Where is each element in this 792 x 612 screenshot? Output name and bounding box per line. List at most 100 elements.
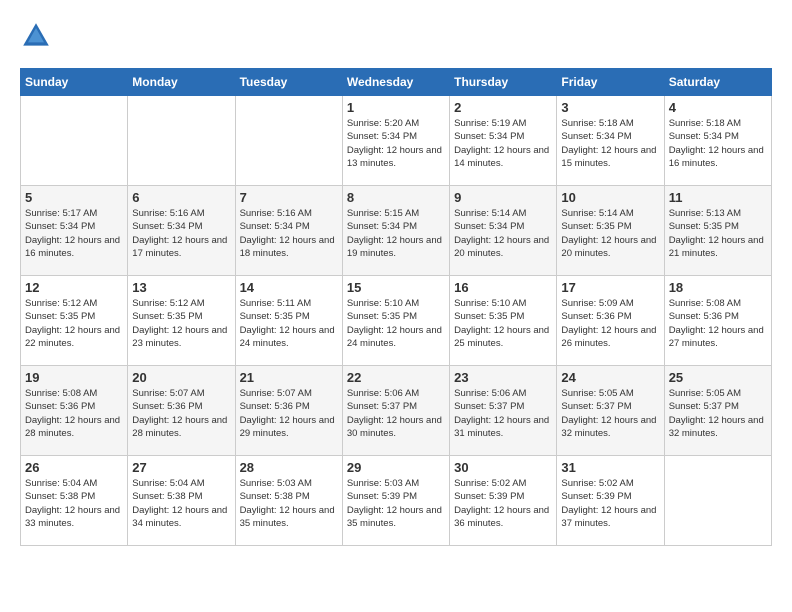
calendar-cell: 28 Sunrise: 5:03 AMSunset: 5:38 PMDayligh… bbox=[235, 456, 342, 546]
calendar-cell: 15Sunrise: 5:10 AMSunset: 5:35 PMDayligh… bbox=[342, 276, 449, 366]
calendar-cell: 13Sunrise: 5:12 AMSunset: 5:35 PMDayligh… bbox=[128, 276, 235, 366]
page-header bbox=[20, 20, 772, 52]
calendar-cell: 16 Sunrise: 5:10 AMSunset: 5:35 PMDayligh… bbox=[450, 276, 557, 366]
calendar-cell: 5 Sunrise: 5:17 AMSunset: 5:34 PMDaylight… bbox=[21, 186, 128, 276]
day-info: Sunrise: 5:20 AMSunset: 5:34 PMDaylight:… bbox=[347, 117, 445, 170]
day-info: Sunrise: 5:12 AMSunset: 5:35 PMDaylight:… bbox=[25, 297, 123, 350]
day-number: 22 bbox=[347, 370, 445, 385]
calendar-cell bbox=[21, 96, 128, 186]
day-number: 9 bbox=[454, 190, 552, 205]
day-number: 14 bbox=[240, 280, 338, 295]
calendar-cell: 11 Sunrise: 5:13 AMSunset: 5:35 PMDayligh… bbox=[664, 186, 771, 276]
calendar-cell: 25 Sunrise: 5:05 AMSunset: 5:37 PMDayligh… bbox=[664, 366, 771, 456]
day-number: 21 bbox=[240, 370, 338, 385]
header-day-monday: Monday bbox=[128, 69, 235, 96]
day-info: Sunrise: 5:13 AMSunset: 5:35 PMDaylight:… bbox=[669, 207, 767, 260]
calendar-cell: 2 Sunrise: 5:19 AMSunset: 5:34 PMDaylight… bbox=[450, 96, 557, 186]
calendar-cell: 1 Sunrise: 5:20 AMSunset: 5:34 PMDaylight… bbox=[342, 96, 449, 186]
calendar-week-4: 19Sunrise: 5:08 AMSunset: 5:36 PMDayligh… bbox=[21, 366, 772, 456]
logo bbox=[20, 20, 56, 52]
day-number: 20 bbox=[132, 370, 230, 385]
day-info: Sunrise: 5:12 AMSunset: 5:35 PMDaylight:… bbox=[132, 297, 230, 350]
calendar-cell: 31 Sunrise: 5:02 AMSunset: 5:39 PMDayligh… bbox=[557, 456, 664, 546]
day-info: Sunrise: 5:05 AMSunset: 5:37 PMDaylight:… bbox=[669, 387, 767, 440]
calendar-cell: 6 Sunrise: 5:16 AMSunset: 5:34 PMDaylight… bbox=[128, 186, 235, 276]
calendar-cell: 17 Sunrise: 5:09 AMSunset: 5:36 PMDayligh… bbox=[557, 276, 664, 366]
calendar-cell: 26 Sunrise: 5:04 AMSunset: 5:38 PMDayligh… bbox=[21, 456, 128, 546]
day-info: Sunrise: 5:07 AMSunset: 5:36 PMDaylight:… bbox=[240, 387, 338, 440]
day-number: 8 bbox=[347, 190, 445, 205]
day-info: Sunrise: 5:09 AMSunset: 5:36 PMDaylight:… bbox=[561, 297, 659, 350]
calendar-cell: 27 Sunrise: 5:04 AMSunset: 5:38 PMDayligh… bbox=[128, 456, 235, 546]
day-info: Sunrise: 5:16 AMSunset: 5:34 PMDaylight:… bbox=[132, 207, 230, 260]
calendar-week-5: 26 Sunrise: 5:04 AMSunset: 5:38 PMDayligh… bbox=[21, 456, 772, 546]
header-day-sunday: Sunday bbox=[21, 69, 128, 96]
day-info: Sunrise: 5:18 AMSunset: 5:34 PMDaylight:… bbox=[561, 117, 659, 170]
day-number: 4 bbox=[669, 100, 767, 115]
calendar-cell: 24 Sunrise: 5:05 AMSunset: 5:37 PMDayligh… bbox=[557, 366, 664, 456]
day-number: 25 bbox=[669, 370, 767, 385]
calendar-cell bbox=[235, 96, 342, 186]
day-number: 12 bbox=[25, 280, 123, 295]
day-number: 11 bbox=[669, 190, 767, 205]
calendar-cell: 22Sunrise: 5:06 AMSunset: 5:37 PMDayligh… bbox=[342, 366, 449, 456]
day-info: Sunrise: 5:14 AMSunset: 5:35 PMDaylight:… bbox=[561, 207, 659, 260]
day-info: Sunrise: 5:02 AMSunset: 5:39 PMDaylight:… bbox=[561, 477, 659, 530]
calendar-cell: 14 Sunrise: 5:11 AMSunset: 5:35 PMDayligh… bbox=[235, 276, 342, 366]
day-number: 30 bbox=[454, 460, 552, 475]
day-number: 18 bbox=[669, 280, 767, 295]
calendar-cell bbox=[664, 456, 771, 546]
day-number: 24 bbox=[561, 370, 659, 385]
calendar-cell: 3 Sunrise: 5:18 AMSunset: 5:34 PMDaylight… bbox=[557, 96, 664, 186]
header-day-saturday: Saturday bbox=[664, 69, 771, 96]
day-number: 16 bbox=[454, 280, 552, 295]
day-number: 27 bbox=[132, 460, 230, 475]
calendar-cell: 4Sunrise: 5:18 AMSunset: 5:34 PMDaylight… bbox=[664, 96, 771, 186]
day-info: Sunrise: 5:03 AMSunset: 5:39 PMDaylight:… bbox=[347, 477, 445, 530]
day-info: Sunrise: 5:10 AMSunset: 5:35 PMDaylight:… bbox=[347, 297, 445, 350]
day-number: 19 bbox=[25, 370, 123, 385]
day-number: 1 bbox=[347, 100, 445, 115]
day-info: Sunrise: 5:19 AMSunset: 5:34 PMDaylight:… bbox=[454, 117, 552, 170]
day-info: Sunrise: 5:15 AMSunset: 5:34 PMDaylight:… bbox=[347, 207, 445, 260]
calendar-cell: 8 Sunrise: 5:15 AMSunset: 5:34 PMDaylight… bbox=[342, 186, 449, 276]
day-info: Sunrise: 5:04 AMSunset: 5:38 PMDaylight:… bbox=[25, 477, 123, 530]
calendar-week-2: 5 Sunrise: 5:17 AMSunset: 5:34 PMDaylight… bbox=[21, 186, 772, 276]
day-info: Sunrise: 5:04 AMSunset: 5:38 PMDaylight:… bbox=[132, 477, 230, 530]
calendar-cell: 29 Sunrise: 5:03 AMSunset: 5:39 PMDayligh… bbox=[342, 456, 449, 546]
day-info: Sunrise: 5:10 AMSunset: 5:35 PMDaylight:… bbox=[454, 297, 552, 350]
day-number: 29 bbox=[347, 460, 445, 475]
day-info: Sunrise: 5:06 AMSunset: 5:37 PMDaylight:… bbox=[454, 387, 552, 440]
day-number: 6 bbox=[132, 190, 230, 205]
day-info: Sunrise: 5:14 AMSunset: 5:34 PMDaylight:… bbox=[454, 207, 552, 260]
day-number: 28 bbox=[240, 460, 338, 475]
day-number: 3 bbox=[561, 100, 659, 115]
calendar-cell: 30Sunrise: 5:02 AMSunset: 5:39 PMDayligh… bbox=[450, 456, 557, 546]
day-info: Sunrise: 5:05 AMSunset: 5:37 PMDaylight:… bbox=[561, 387, 659, 440]
day-info: Sunrise: 5:07 AMSunset: 5:36 PMDaylight:… bbox=[132, 387, 230, 440]
header-day-wednesday: Wednesday bbox=[342, 69, 449, 96]
day-number: 10 bbox=[561, 190, 659, 205]
calendar-cell: 21 Sunrise: 5:07 AMSunset: 5:36 PMDayligh… bbox=[235, 366, 342, 456]
calendar-cell: 20 Sunrise: 5:07 AMSunset: 5:36 PMDayligh… bbox=[128, 366, 235, 456]
day-number: 26 bbox=[25, 460, 123, 475]
calendar-table: SundayMondayTuesdayWednesdayThursdayFrid… bbox=[20, 68, 772, 546]
calendar-cell: 9 Sunrise: 5:14 AMSunset: 5:34 PMDaylight… bbox=[450, 186, 557, 276]
day-info: Sunrise: 5:03 AMSunset: 5:38 PMDaylight:… bbox=[240, 477, 338, 530]
day-number: 5 bbox=[25, 190, 123, 205]
calendar-cell: 18Sunrise: 5:08 AMSunset: 5:36 PMDayligh… bbox=[664, 276, 771, 366]
calendar-week-1: 1 Sunrise: 5:20 AMSunset: 5:34 PMDaylight… bbox=[21, 96, 772, 186]
logo-icon bbox=[20, 20, 52, 52]
day-number: 31 bbox=[561, 460, 659, 475]
day-number: 17 bbox=[561, 280, 659, 295]
header-day-thursday: Thursday bbox=[450, 69, 557, 96]
header-day-friday: Friday bbox=[557, 69, 664, 96]
day-info: Sunrise: 5:16 AMSunset: 5:34 PMDaylight:… bbox=[240, 207, 338, 260]
calendar-cell: 12 Sunrise: 5:12 AMSunset: 5:35 PMDayligh… bbox=[21, 276, 128, 366]
day-info: Sunrise: 5:17 AMSunset: 5:34 PMDaylight:… bbox=[25, 207, 123, 260]
calendar-cell: 23 Sunrise: 5:06 AMSunset: 5:37 PMDayligh… bbox=[450, 366, 557, 456]
header-day-tuesday: Tuesday bbox=[235, 69, 342, 96]
day-info: Sunrise: 5:11 AMSunset: 5:35 PMDaylight:… bbox=[240, 297, 338, 350]
day-number: 23 bbox=[454, 370, 552, 385]
day-number: 2 bbox=[454, 100, 552, 115]
